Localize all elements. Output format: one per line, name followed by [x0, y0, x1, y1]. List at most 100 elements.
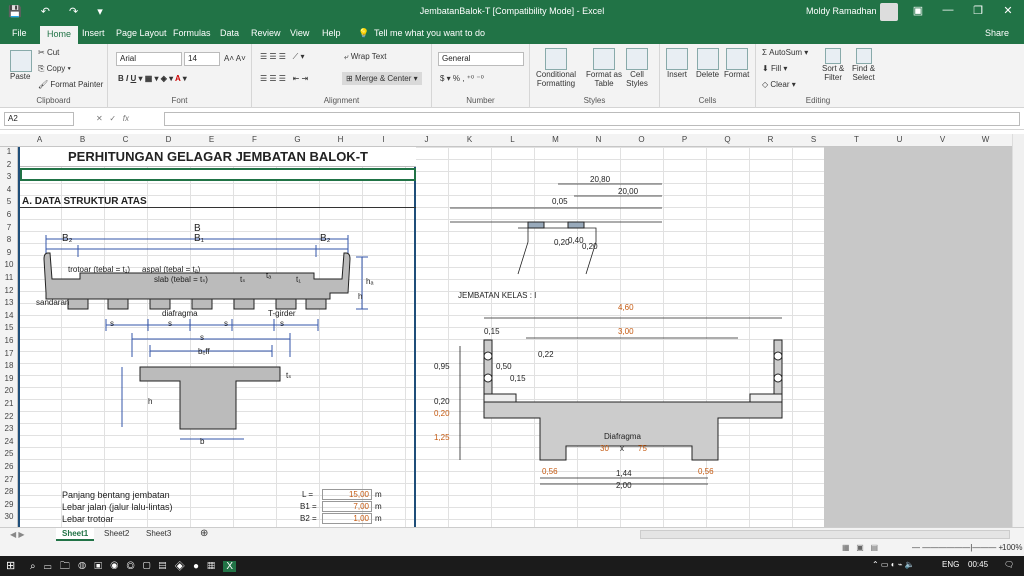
column-header[interactable]: P [663, 135, 706, 144]
delete-cells-button[interactable]: Delete [696, 48, 719, 79]
row-header[interactable]: 27 [0, 475, 18, 484]
zoom-level[interactable]: 100% [1002, 543, 1022, 552]
sheet-tab-1[interactable]: Sheet1 [56, 528, 95, 541]
wrap-text-button[interactable]: ⤶ Wrap Text [344, 52, 386, 62]
column-header[interactable]: B [61, 135, 104, 144]
column-header[interactable]: D [147, 135, 190, 144]
param-value-1[interactable]: 7,00 [322, 501, 372, 512]
horizontal-scrollbar[interactable] [640, 530, 1010, 539]
row-header[interactable]: 8 [0, 235, 18, 244]
number-format-select[interactable]: General [438, 52, 524, 66]
column-header[interactable]: F [233, 135, 276, 144]
row-header[interactable]: 24 [0, 437, 18, 446]
column-header[interactable]: M [534, 135, 577, 144]
row-header[interactable]: 22 [0, 412, 18, 421]
row-header[interactable]: 21 [0, 399, 18, 408]
tab-insert[interactable]: Insert [82, 28, 105, 38]
column-header[interactable]: U [878, 135, 921, 144]
ribbon-options-button[interactable]: ▣ [904, 4, 932, 17]
row-header[interactable]: 20 [0, 386, 18, 395]
column-header[interactable]: J [405, 135, 448, 144]
conditional-formatting-button[interactable]: Conditional Formatting [536, 48, 576, 88]
minimize-button[interactable]: — [934, 4, 962, 16]
column-header[interactable]: L [491, 135, 534, 144]
column-header[interactable]: A [18, 135, 61, 144]
cell-styles-button[interactable]: Cell Styles [626, 48, 648, 88]
format-as-table-button[interactable]: Format as Table [586, 48, 622, 88]
column-header[interactable]: W [964, 135, 1007, 144]
formula-buttons[interactable]: ✕ ✓ fx [96, 114, 129, 123]
sheet-tab-2[interactable]: Sheet2 [104, 529, 129, 538]
formula-input[interactable] [164, 112, 1020, 126]
row-header[interactable]: 26 [0, 462, 18, 471]
column-header[interactable]: N [577, 135, 620, 144]
row-header[interactable]: 23 [0, 424, 18, 433]
column-header[interactable]: V [921, 135, 964, 144]
selected-cell-a2[interactable] [20, 168, 416, 181]
system-tray-icons[interactable]: ⌃ ▭ ◐ ⌁ 🔈 [872, 560, 915, 569]
user-name[interactable]: Moldy Ramadhan [806, 6, 877, 16]
tab-home[interactable]: Home [40, 26, 79, 44]
merge-center-button[interactable]: ⊞ Merge & Center ▾ [342, 72, 422, 85]
column-header[interactable]: T [835, 135, 878, 144]
zoom-slider[interactable]: — ——————|——— + [912, 543, 1003, 552]
column-header[interactable]: S [792, 135, 835, 144]
language-indicator[interactable]: ENG [942, 560, 959, 569]
column-header[interactable]: H [319, 135, 362, 144]
cut-button[interactable]: ✂ Cut [38, 48, 59, 57]
column-header[interactable]: R [749, 135, 792, 144]
view-buttons[interactable]: ▦ ▣ ▤ [842, 543, 878, 552]
param-value-0[interactable]: 15,00 [322, 489, 372, 500]
sheet-nav-arrows[interactable]: ◀ ▶ [10, 530, 25, 539]
fill-button[interactable]: ⬇ Fill ▾ [762, 64, 787, 73]
column-header[interactable]: C [104, 135, 147, 144]
tab-view[interactable]: View [290, 28, 309, 38]
row-header[interactable]: 10 [0, 260, 18, 269]
row-header[interactable]: 1 [0, 147, 18, 156]
row-header[interactable]: 15 [0, 323, 18, 332]
align-top-buttons[interactable]: ☰ ☰ ☰ ⟋ ▾ [260, 52, 304, 62]
row-header[interactable]: 4 [0, 185, 18, 194]
column-header[interactable]: K [448, 135, 491, 144]
row-header[interactable]: 12 [0, 286, 18, 295]
row-header[interactable]: 2 [0, 160, 18, 169]
find-select-button[interactable]: Find & Select [852, 48, 875, 82]
vertical-scrollbar[interactable] [1012, 134, 1024, 527]
row-header[interactable]: 5 [0, 197, 18, 206]
row-header[interactable]: 19 [0, 374, 18, 383]
row-header[interactable]: 13 [0, 298, 18, 307]
tell-me-box[interactable]: Tell me what you want to do [374, 28, 485, 38]
notifications-icon[interactable]: 🗨 [1004, 560, 1014, 569]
align-left-buttons[interactable]: ☰ ☰ ☰ ⇤ ⇥ [260, 74, 308, 83]
clock[interactable]: 00:45 [968, 560, 988, 569]
column-header[interactable]: G [276, 135, 319, 144]
add-sheet-icon[interactable]: ⊕ [200, 528, 208, 539]
avatar[interactable] [880, 3, 898, 21]
restore-button[interactable]: ❐ [964, 4, 992, 17]
paste-button[interactable]: Paste [10, 50, 32, 81]
name-box[interactable]: A2 [4, 112, 74, 126]
taskbar-apps[interactable]: ⌕ ▭ 🗀 ◍ ▣ ◉ ◎ ▢ ▤ ◈ ● ▦ X [30, 559, 237, 576]
tab-data[interactable]: Data [220, 28, 239, 38]
param-value-2[interactable]: 1,00 [322, 513, 372, 524]
tab-review[interactable]: Review [251, 28, 281, 38]
number-format-buttons[interactable]: $ ▾ % , ⁺⁰ ⁻⁰ [440, 74, 484, 83]
font-size-select[interactable]: 14 [184, 52, 220, 66]
row-header[interactable]: 17 [0, 349, 18, 358]
row-header[interactable]: 25 [0, 449, 18, 458]
row-header[interactable]: 3 [0, 172, 18, 181]
share-button[interactable]: Share [985, 28, 1009, 38]
row-header[interactable]: 11 [0, 273, 18, 282]
font-name-select[interactable]: Arial [116, 52, 182, 66]
bold-button[interactable]: B I U ▾ ▦ ▾ ◈ ▾ A ▾ [118, 74, 187, 83]
tab-help[interactable]: Help [322, 28, 341, 38]
row-header[interactable]: 14 [0, 311, 18, 320]
clear-button[interactable]: ◇ Clear ▾ [762, 80, 796, 89]
column-header[interactable]: Q [706, 135, 749, 144]
row-header[interactable]: 29 [0, 500, 18, 509]
row-header[interactable]: 30 [0, 512, 18, 521]
column-header[interactable]: I [362, 135, 405, 144]
column-header[interactable]: E [190, 135, 233, 144]
format-cells-button[interactable]: Format [724, 48, 749, 79]
row-header[interactable]: 9 [0, 248, 18, 257]
